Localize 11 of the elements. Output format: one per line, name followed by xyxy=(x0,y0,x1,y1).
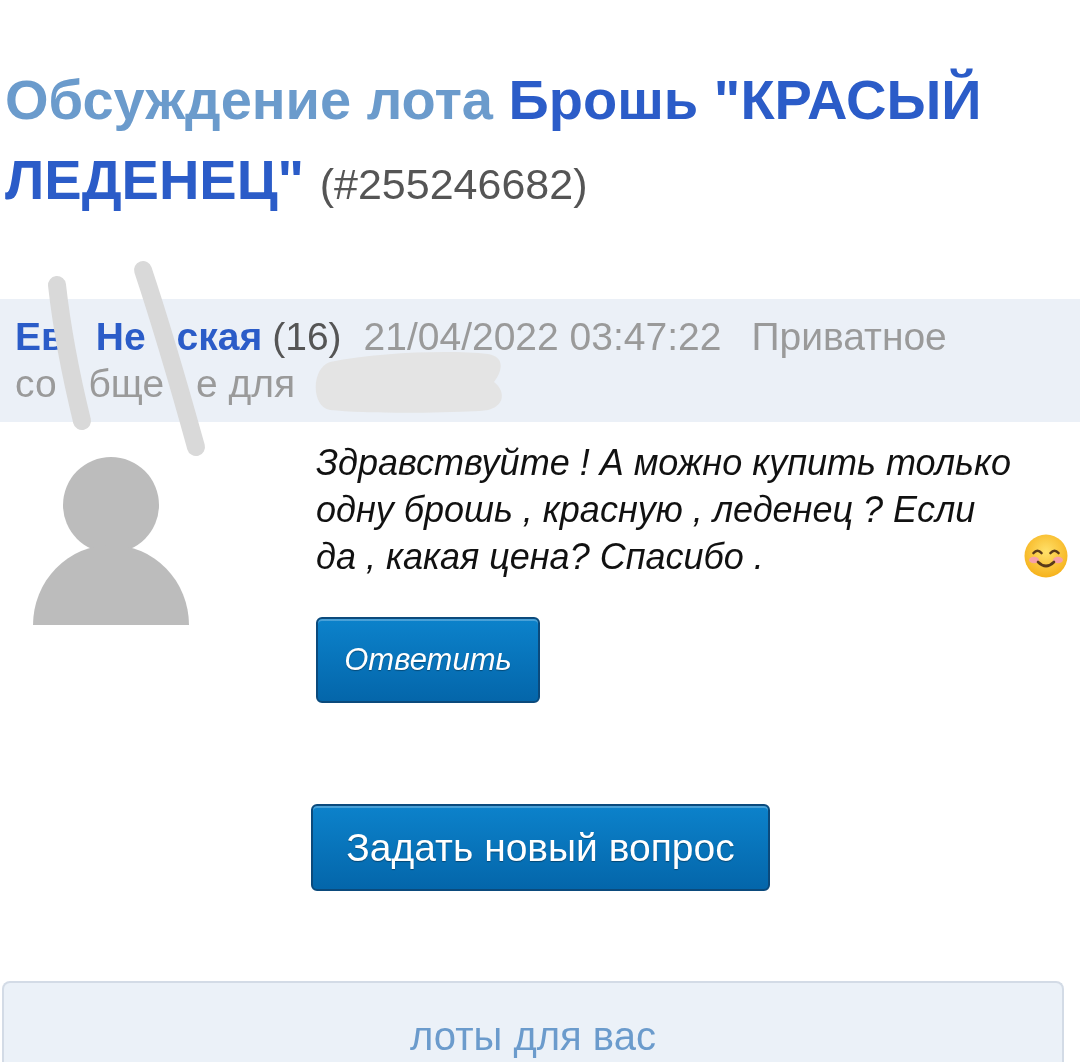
avatar-silhouette-icon xyxy=(33,457,190,625)
private-message-label: со бще е для xyxy=(15,361,296,407)
private-message-label: Приватное xyxy=(751,314,947,360)
message-text: Здравствуйте ! А можно купить только одну брошь , красную , леденец ? Если да , какая цена? Спасибо . xyxy=(316,441,1012,579)
smiling-face-icon xyxy=(1024,534,1068,578)
recommendations-title: лоты для вас xyxy=(410,1014,656,1058)
ask-question-button[interactable]: Задать новый вопрос xyxy=(311,804,770,891)
reply-button[interactable]: Ответить xyxy=(316,617,540,703)
author-rating: (16) xyxy=(272,314,342,360)
message-date: 21/04/2022 03:47:22 xyxy=(363,314,722,360)
page-title: Обсуждение лота Брошь "КРАСЫЙ ЛЕДЕНЕЦ" (#255246682) xyxy=(5,68,982,211)
